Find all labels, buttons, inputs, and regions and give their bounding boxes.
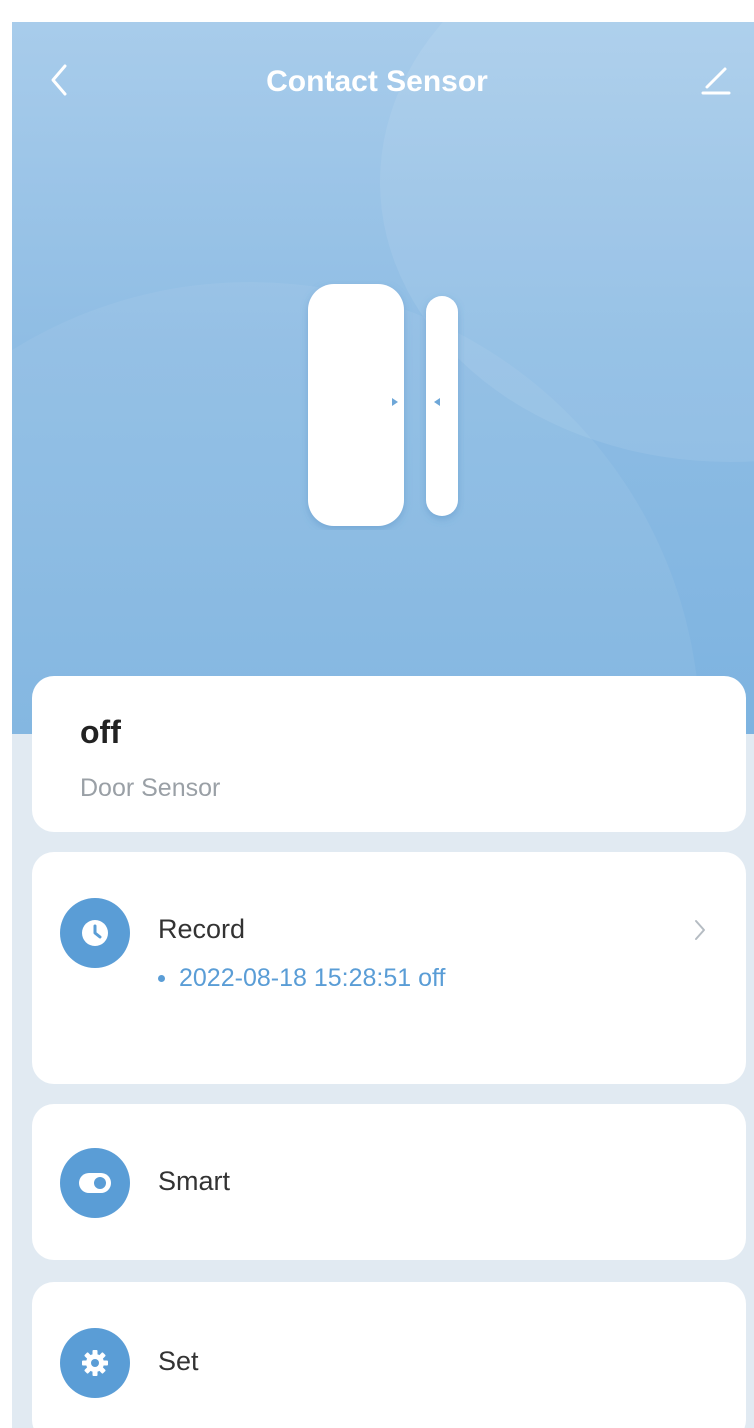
page-title: Contact Sensor xyxy=(266,65,488,98)
chevron-left-icon xyxy=(51,64,67,96)
status-card: off Door Sensor xyxy=(32,676,746,832)
set-label: Set xyxy=(158,1346,199,1376)
toggle-icon xyxy=(79,1173,111,1193)
top-border xyxy=(0,0,754,22)
chevron-right-icon xyxy=(695,920,705,940)
smart-card[interactable]: Smart xyxy=(32,1104,746,1260)
set-icon-badge xyxy=(60,1328,130,1398)
record-icon-badge xyxy=(60,898,130,968)
sensor-state: off xyxy=(80,714,121,750)
contact-sensor-screen: Contact Sensor off Door Sensor Record 20… xyxy=(0,0,754,1428)
hero-banner: Contact Sensor xyxy=(0,22,754,734)
device-type-label: Door Sensor xyxy=(80,774,221,802)
record-label: Record xyxy=(158,914,246,944)
door-sensor-illustration xyxy=(308,284,458,526)
edit-button[interactable] xyxy=(696,60,736,100)
left-edge xyxy=(0,22,12,1428)
clock-icon xyxy=(82,920,108,946)
set-card[interactable]: Set xyxy=(32,1282,746,1428)
smart-icon-badge xyxy=(60,1148,130,1218)
record-card[interactable]: Record 2022-08-18 15:28:51 off xyxy=(32,852,746,1084)
gear-icon xyxy=(82,1350,108,1376)
record-entry-text: 2022-08-18 15:28:51 off xyxy=(179,964,446,992)
bullet-dot xyxy=(158,975,165,982)
record-chevron[interactable] xyxy=(688,912,712,948)
record-latest-entry: 2022-08-18 15:28:51 off xyxy=(158,964,445,993)
smart-label: Smart xyxy=(158,1166,231,1196)
edit-pencil-icon xyxy=(701,67,731,95)
back-button[interactable] xyxy=(44,60,74,100)
